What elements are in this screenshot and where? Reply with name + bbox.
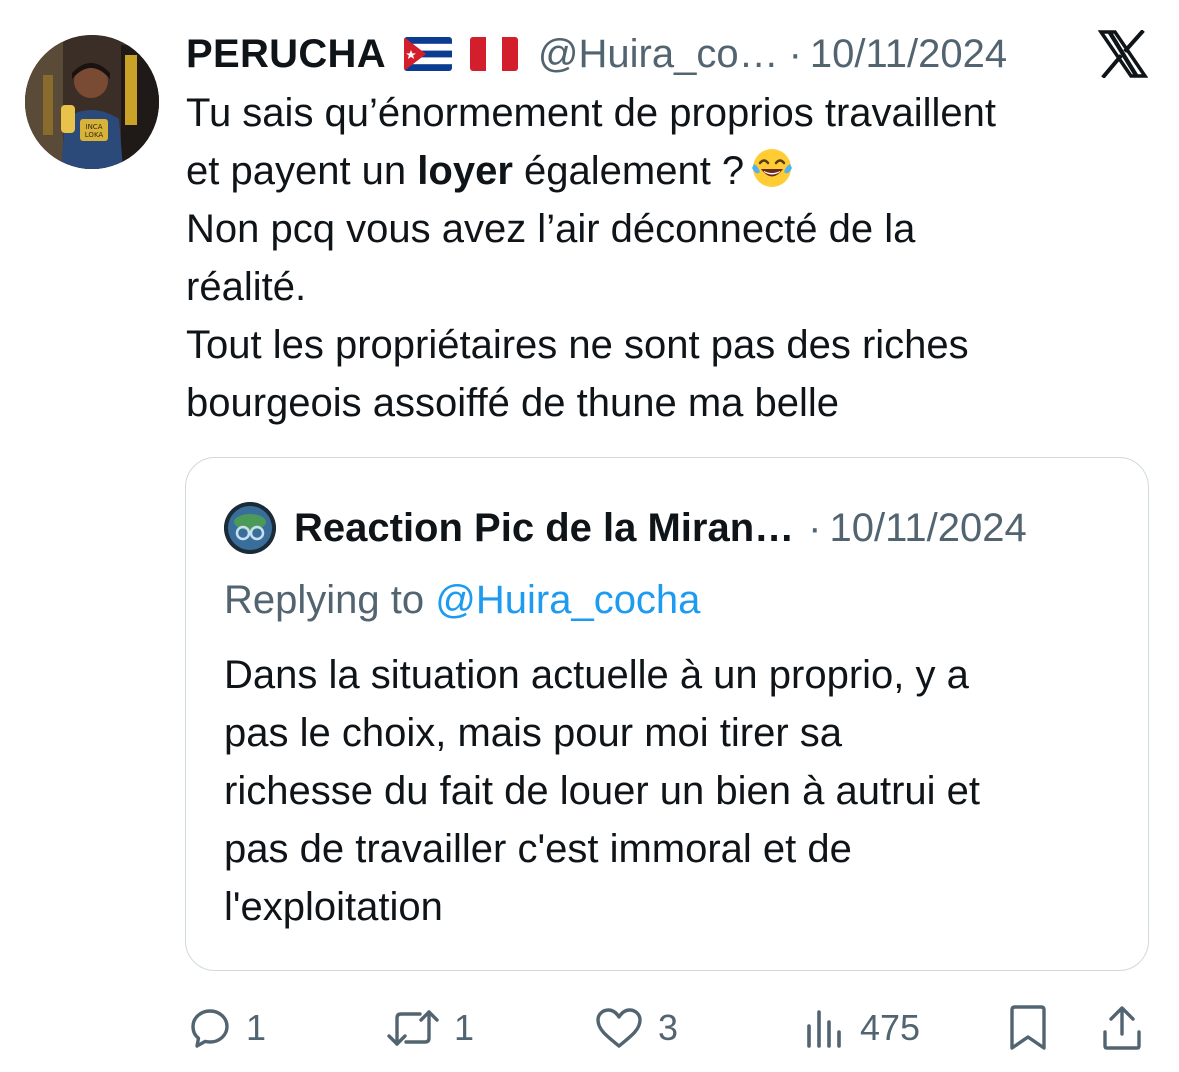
quoted-tweet-header: Reaction Pic de la Miran… · 10/11/2024	[224, 502, 1027, 554]
retweet-button[interactable]: 1	[386, 1000, 474, 1056]
tweet-header: PERUCHA @Huira_co… · 10/11/2024	[186, 28, 1007, 80]
svg-text:INCA: INCA	[86, 123, 103, 131]
x-logo-icon	[1098, 30, 1148, 78]
tears-of-joy-emoji-icon	[750, 146, 794, 190]
quoted-author-name[interactable]: Reaction Pic de la Miran…	[294, 506, 794, 551]
peru-flag-icon	[469, 37, 518, 71]
reply-button[interactable]: 1	[188, 1000, 266, 1056]
quoted-line: l'exploitation	[224, 885, 443, 929]
bold-word: loyer	[417, 149, 513, 193]
retweet-count: 1	[454, 1007, 475, 1048]
quoted-header-separator: ·	[808, 505, 822, 550]
bookmark-icon	[1010, 1005, 1046, 1050]
quoted-line: pas de travailler c'est immoral et de	[224, 827, 852, 871]
replying-mention-link[interactable]: @Huira_cocha	[435, 578, 700, 622]
tweet-line: bourgeois assoiffé de thune ma belle	[186, 381, 840, 425]
replying-to-line: Replying to @Huira_cocha	[224, 574, 700, 626]
quoted-line: richesse du fait de louer un bien à autr…	[224, 769, 981, 813]
tweet-line: et payent un loyer également ?	[186, 142, 1146, 200]
svg-text:LOKA: LOKA	[85, 131, 104, 139]
quoted-tweet-card[interactable]: Reaction Pic de la Miran… · 10/11/2024 R…	[185, 457, 1149, 971]
share-button[interactable]	[1100, 1000, 1144, 1056]
cuba-flag-icon	[403, 37, 452, 71]
tweet-date[interactable]: 10/11/2024	[810, 28, 1007, 80]
tweet-line: Tu sais qu’énormement de proprios travai…	[186, 91, 997, 135]
tweet-text: Tu sais qu’énormement de proprios travai…	[186, 84, 1146, 432]
header-separator: ·	[788, 32, 802, 76]
tweet-action-bar: 1 1 3 475	[0, 1000, 1179, 1056]
bookmark-button[interactable]	[1006, 1000, 1050, 1056]
avatar-photo: INCA LOKA	[25, 35, 159, 169]
quoted-tweet-date[interactable]: 10/11/2024	[829, 506, 1026, 551]
views-count: 475	[860, 1007, 921, 1048]
author-avatar[interactable]: INCA LOKA	[25, 35, 159, 169]
tweet-line: Non pcq vous avez l’air déconnecté de la	[186, 207, 916, 251]
reply-icon	[191, 1009, 229, 1048]
retweet-icon	[387, 1010, 439, 1046]
like-button[interactable]: 3	[594, 1000, 678, 1056]
heart-icon	[596, 1008, 642, 1048]
like-count: 3	[658, 1007, 679, 1048]
reply-count: 1	[246, 1007, 267, 1048]
quoted-line: pas le choix, mais pour moi tirer sa	[224, 711, 843, 755]
quoted-line: Dans la situation actuelle à un proprio,…	[224, 653, 969, 697]
tweet-line: Tout les propriétaires ne sont pas des r…	[186, 323, 969, 367]
quoted-author-avatar[interactable]	[224, 502, 276, 554]
views-button[interactable]: 475	[802, 1000, 920, 1056]
author-name[interactable]: PERUCHA	[186, 28, 386, 80]
author-handle[interactable]: @Huira_co…	[538, 28, 779, 80]
views-icon	[807, 1010, 841, 1048]
tweet-line: réalité.	[186, 265, 307, 309]
replying-label: Replying to	[224, 578, 425, 622]
quoted-tweet-text: Dans la situation actuelle à un proprio,…	[224, 646, 1124, 936]
share-icon	[1103, 1006, 1141, 1050]
